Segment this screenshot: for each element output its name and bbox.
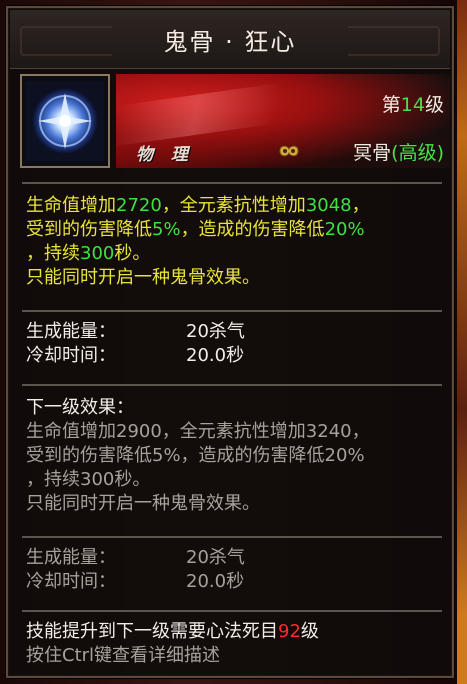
blue-orb-skill-icon [26,81,104,161]
next-stats: 生成能量： 20杀气 冷却时间： 20.0秒 [26,546,446,594]
side-panel-edge [457,0,467,684]
level-suffix: 级 [424,94,444,116]
skill-type-label: 物 理 [136,145,194,165]
grade-paren-close: ) [436,142,444,164]
energy-row: 生成能量： 20杀气 [26,320,446,344]
next-line-1: 生命值增加2900，全元素抗性增加3240， [26,421,370,442]
next-cooldown-row: 冷却时间： 20.0秒 [26,570,446,594]
banner-streak [116,77,316,147]
effect-line-2: 受到的伤害降低5%，造成的伤害降低20% [26,219,365,240]
divider-3 [22,384,442,386]
next-line-3: ，持续300秒。 [26,469,151,490]
skill-level: 第14级 [382,90,444,117]
next-line-2: 受到的伤害降低5%，造成的伤害降低20% [26,445,365,466]
divider-4 [22,536,442,538]
tooltip-title-bar: 鬼骨 · 狂心 [10,10,450,69]
skill-tooltip: 鬼骨 · 狂心 物 理 第14级 冥骨(高级) 生命值增加2720，全元素抗性增… [6,6,454,678]
energy-value: 20杀气 [186,321,245,342]
effect-line-1: 生命值增加2720，全元素抗性增加3048， [26,195,370,216]
effect-line-3: ，持续300秒。 [26,243,151,264]
skill-icon-frame [20,74,110,168]
cooldown-label: 冷却时间： [26,345,116,366]
ctrl-hint: 按住Ctrl键查看详细描述 [26,645,221,666]
school-grade: 高级 [398,142,437,164]
skill-title: 鬼骨 · 狂心 [163,28,297,56]
cooldown-row: 冷却时间： 20.0秒 [26,344,446,368]
divider-5 [22,610,442,612]
divider-1 [22,182,442,184]
divider-2 [22,310,442,312]
school-name: 冥骨 [353,142,392,164]
next-energy-label: 生成能量： [26,547,116,568]
grade-paren-open: ( [391,142,399,164]
next-energy-row: 生成能量： 20杀气 [26,546,446,570]
skill-school: 冥骨(高级) [353,138,444,165]
skill-banner: 物 理 第14级 冥骨(高级) [116,74,450,168]
level-value: 14 [400,94,425,116]
current-stats: 生成能量： 20杀气 冷却时间： 20.0秒 [26,320,446,368]
requirement-block: 技能提升到下一级需要心法死目92级 按住Ctrl键查看详细描述 [26,620,446,668]
upgrade-requirement: 技能提升到下一级需要心法死目92级 [26,621,319,642]
bone-sigil-icon [279,145,299,157]
next-cooldown-label: 冷却时间： [26,571,116,592]
current-effect: 生命值增加2720，全元素抗性增加3048， 受到的伤害降低5%，造成的伤害降低… [26,194,446,290]
cooldown-value: 20.0秒 [186,345,245,366]
next-cooldown-value: 20.0秒 [186,571,245,592]
energy-label: 生成能量： [26,321,116,342]
effect-line-4: 只能同时开启一种鬼骨效果。 [26,267,260,288]
next-level-effect: 下一级效果： 生命值增加2900，全元素抗性增加3240， 受到的伤害降低5%，… [26,396,446,516]
next-energy-value: 20杀气 [186,547,245,568]
level-prefix: 第 [381,94,401,116]
next-line-4: 只能同时开启一种鬼骨效果。 [26,493,260,514]
next-level-header: 下一级效果： [26,397,134,418]
